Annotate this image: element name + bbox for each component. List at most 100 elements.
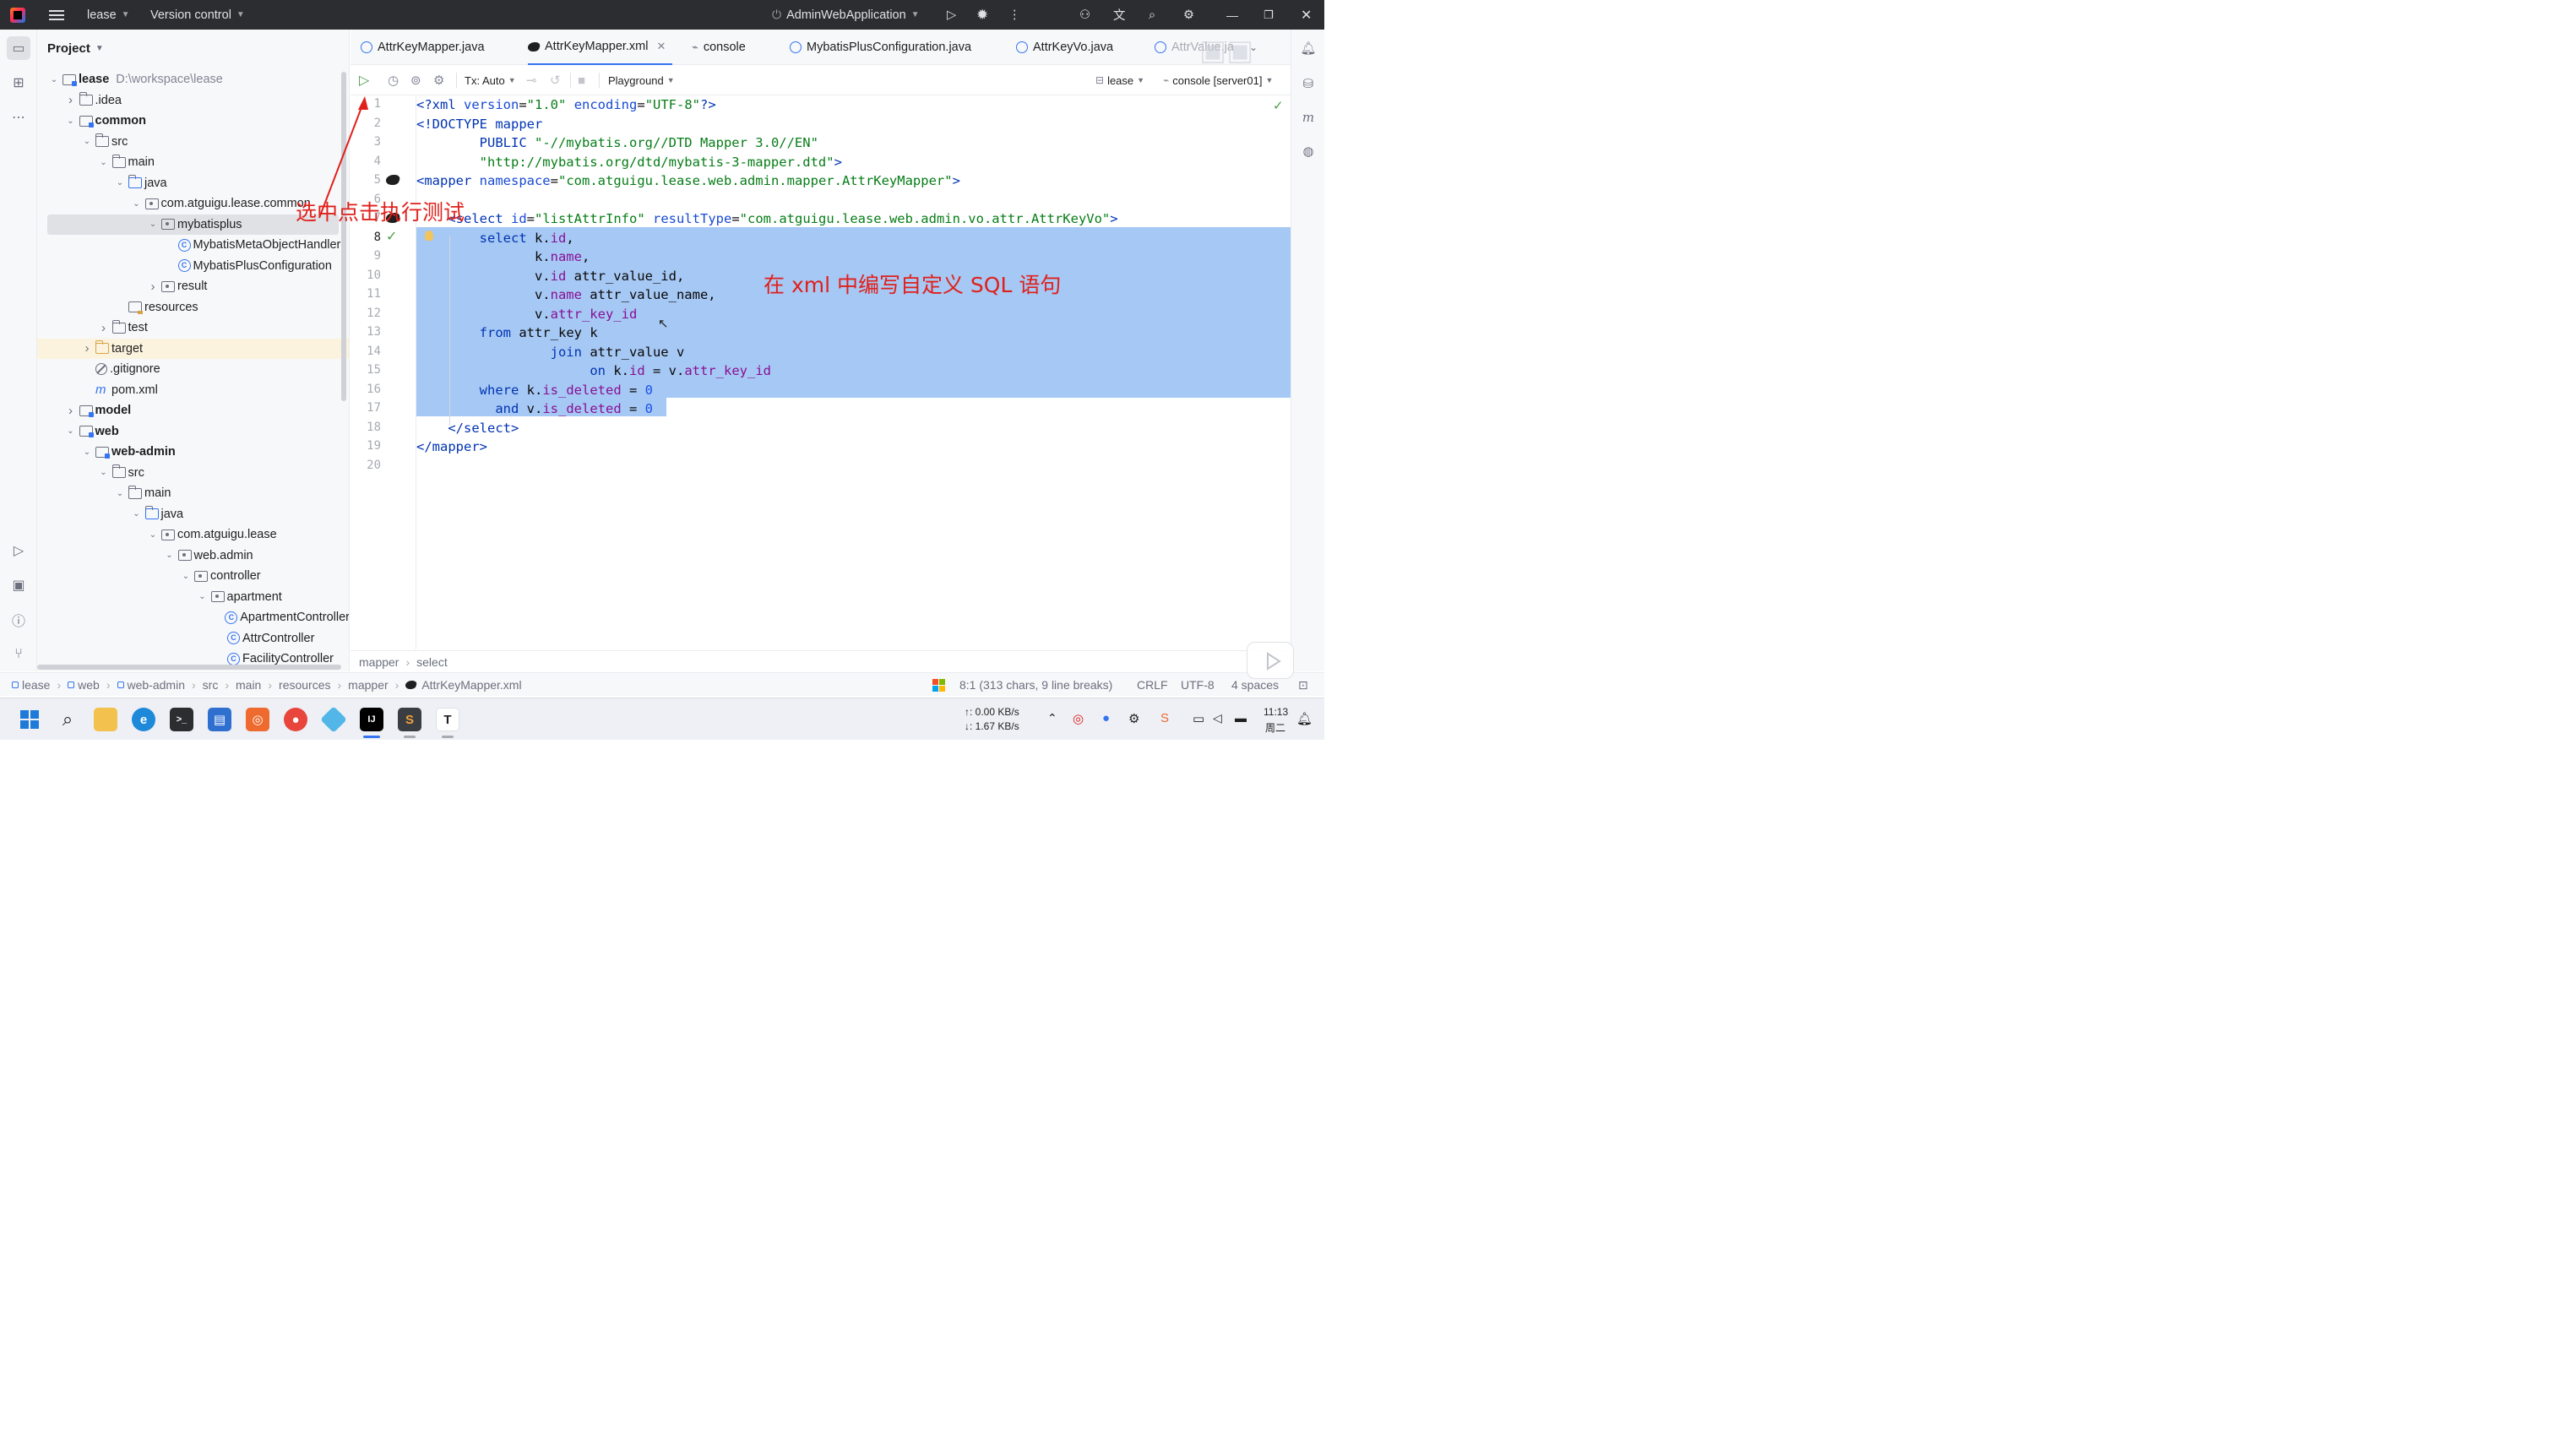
gem-app-icon[interactable] <box>320 706 347 733</box>
tree-horizontal-scrollbar[interactable] <box>37 665 341 670</box>
tree-item[interactable]: ⌄ common <box>37 111 349 131</box>
tree-item[interactable]: › .idea <box>37 90 349 111</box>
editor-tab[interactable]: AttrKeyMapper.java <box>361 30 485 65</box>
add-user-icon[interactable]: ⚇ <box>1079 0 1090 30</box>
typora-app-icon[interactable]: T <box>436 708 459 731</box>
lock-icon[interactable]: ⊡ <box>1298 673 1308 697</box>
tree-item[interactable]: ⌄ main <box>37 152 349 172</box>
chevron-down-icon[interactable]: ⌄ <box>80 137 94 146</box>
tree-item[interactable]: resources <box>37 297 349 318</box>
notification-center-icon[interactable]: 🔔︎ <box>1296 711 1312 726</box>
settings-icon[interactable]: ⚙ <box>433 65 444 95</box>
chevron-down-icon[interactable]: ⌄ <box>64 426 78 436</box>
status-breadcrumb-item[interactable]: mapper <box>348 678 388 692</box>
tree-item[interactable]: C ApartmentController <box>37 607 349 627</box>
tree-item[interactable]: ⌄ lease D:\workspace\lease <box>37 69 349 90</box>
more-actions-icon[interactable]: ⋮ <box>1008 0 1021 30</box>
services-icon[interactable]: ▷ <box>7 539 30 562</box>
minimize-icon[interactable]: — <box>1226 0 1238 30</box>
chevron-down-icon[interactable]: ⌄ <box>146 220 160 229</box>
chevron-down-icon[interactable]: ⌄ <box>146 530 160 540</box>
settings-gear-icon[interactable]: ⚙ <box>1183 0 1194 30</box>
restore-icon[interactable]: ❐ <box>1264 0 1274 30</box>
store-app-icon[interactable]: ▤ <box>208 708 231 731</box>
stop-icon[interactable]: ■ <box>578 65 585 95</box>
tree-item[interactable]: ⌄ com.atguigu.lease <box>37 524 349 545</box>
line-separator[interactable]: CRLF <box>1137 673 1168 697</box>
project-panel-header[interactable]: Project ▼ <box>37 30 349 67</box>
tree-item[interactable]: ⌄ web.admin <box>37 546 349 566</box>
chevron-down-icon[interactable]: ⌄ <box>97 158 111 167</box>
status-breadcrumb-item[interactable]: src <box>203 678 219 692</box>
tree-item[interactable]: ⌄ controller <box>37 566 349 586</box>
chevron-right-icon[interactable]: › <box>80 341 94 356</box>
tree-item[interactable]: ⌄ src <box>37 132 349 152</box>
sublime-app-icon[interactable]: S <box>398 708 421 731</box>
tree-item[interactable]: ⌄ web <box>37 421 349 442</box>
battery-icon[interactable]: ▬ <box>1235 711 1247 725</box>
intellij-taskbar-icon[interactable]: IJ <box>360 708 383 731</box>
tree-item[interactable]: C MybatisMetaObjectHandler <box>37 235 349 255</box>
chevron-right-icon[interactable]: › <box>146 280 160 294</box>
chevron-down-icon[interactable]: ⌄ <box>80 448 94 457</box>
problems-icon[interactable]: ⓘ <box>7 608 30 632</box>
main-menu-icon[interactable] <box>49 0 64 30</box>
chrome-browser-icon[interactable]: ● <box>284 708 307 731</box>
explain-plan-icon[interactable]: ⊚ <box>410 65 421 95</box>
datasource-dropdown[interactable]: ⊟ lease ▼ <box>1095 65 1144 95</box>
history-icon[interactable]: ◷ <box>388 65 399 95</box>
chevron-down-icon[interactable]: ⌄ <box>130 199 144 209</box>
start-menu-icon[interactable] <box>18 708 41 731</box>
chevron-down-icon[interactable]: ⌄ <box>179 572 193 581</box>
run-config-selector[interactable]: ⏻ AdminWebApplication ▼ <box>772 0 920 30</box>
tray-app-icon[interactable]: ◎ <box>1073 711 1084 726</box>
file-explorer-icon[interactable] <box>94 708 117 731</box>
database-icon[interactable]: ⛁ <box>1298 73 1318 94</box>
volume-icon[interactable]: ◁ <box>1213 711 1222 725</box>
maven-icon[interactable]: m <box>1298 107 1318 128</box>
editor-tab[interactable]: AttrKeyVo.java <box>1016 30 1113 65</box>
run-icon[interactable]: ▷ <box>947 0 956 30</box>
microphone-icon[interactable]: ● <box>1102 711 1110 725</box>
rollback-icon[interactable]: ↺ <box>550 65 561 95</box>
clock-day[interactable]: 周二 <box>1265 720 1285 735</box>
terminal-app-icon[interactable]: >_ <box>170 708 193 731</box>
tree-item[interactable]: › model <box>37 400 349 421</box>
tree-item[interactable]: .gitignore <box>37 359 349 379</box>
chevron-down-icon[interactable]: ⌄ <box>113 489 127 498</box>
tray-chevron-up-icon[interactable]: ⌃ <box>1047 711 1057 725</box>
terminal-icon[interactable]: ▣ <box>7 573 30 597</box>
console-session-dropdown[interactable]: ⌁ console [server01] ▼ <box>1163 65 1273 95</box>
tree-item[interactable]: ⌄ java <box>37 504 349 524</box>
close-tab-icon[interactable]: ✕ <box>657 40 666 53</box>
debug-icon[interactable]: ✹ <box>976 0 988 30</box>
edge-browser-icon[interactable]: e <box>132 708 155 731</box>
breadcrumb-item[interactable]: mapper <box>359 655 399 669</box>
tree-item[interactable]: › result <box>37 276 349 296</box>
file-encoding[interactable]: UTF-8 <box>1181 673 1215 697</box>
app-logo-icon[interactable] <box>10 0 25 30</box>
copilot-icon[interactable]: ◍ <box>1298 141 1318 161</box>
chevron-down-icon[interactable]: ⌄ <box>64 117 78 126</box>
mybatis-navigate-icon[interactable] <box>384 175 401 185</box>
chevron-right-icon[interactable]: › <box>64 404 78 418</box>
more-tools-icon[interactable]: ⋯ <box>7 106 30 129</box>
tree-item[interactable]: ⌄ main <box>37 483 349 503</box>
transaction-mode-dropdown[interactable]: Tx: Auto ▼ <box>465 65 516 95</box>
executed-check-icon[interactable]: ✓ <box>386 228 397 245</box>
status-breadcrumb-item[interactable]: resources <box>279 678 330 692</box>
network-icon[interactable]: ▭ <box>1193 711 1204 726</box>
git-branch-icon[interactable]: ⑂ <box>7 643 30 666</box>
tray-settings-icon[interactable]: ⚙ <box>1128 711 1139 726</box>
tree-item[interactable]: ⌄ web-admin <box>37 442 349 462</box>
chevron-down-icon[interactable]: ⌄ <box>163 551 177 560</box>
project-switcher[interactable]: lease ▼ <box>87 0 130 30</box>
code-editor[interactable]: <?xml version="1.0" encoding="UTF-8"?> <!… <box>416 95 1291 649</box>
structure-icon[interactable]: ⊞ <box>7 71 30 95</box>
close-window-icon[interactable]: ✕ <box>1301 0 1312 30</box>
status-breadcrumb-item[interactable]: main <box>236 678 261 692</box>
status-breadcrumb-item[interactable]: web-admin <box>128 678 185 692</box>
editor-tab[interactable]: MybatisPlusConfiguration.java <box>790 30 971 65</box>
translate-icon[interactable]: 文 <box>1113 0 1126 30</box>
status-breadcrumb-item[interactable]: web <box>78 678 100 692</box>
